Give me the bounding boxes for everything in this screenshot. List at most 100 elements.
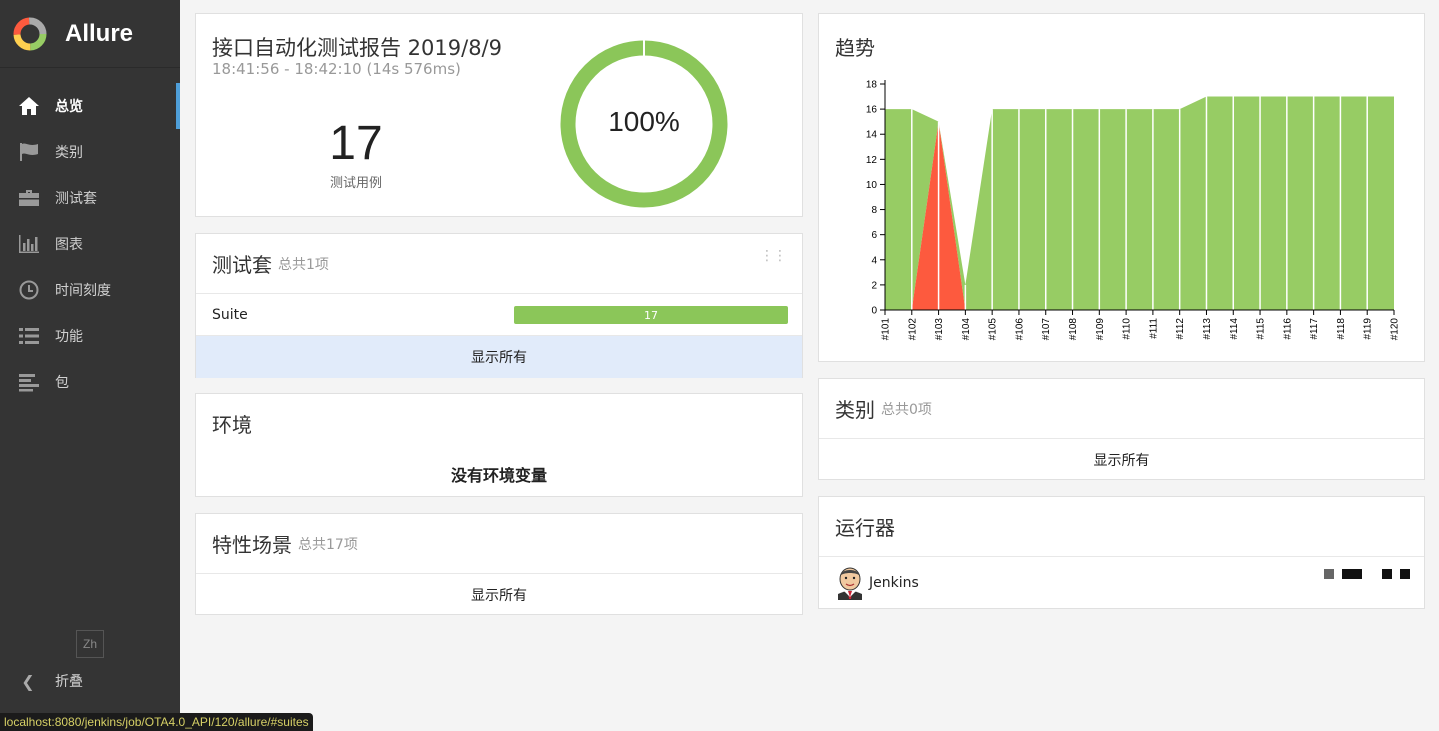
align-left-icon — [18, 372, 40, 392]
y-tick-label: 12 — [866, 155, 878, 166]
x-tick-label: #118 — [1336, 318, 1347, 340]
sidebar-item-graphs[interactable]: 图表 — [0, 221, 180, 267]
y-tick-label: 6 — [871, 230, 877, 241]
executors-header: 运行器 — [819, 497, 1424, 557]
environment-empty-text: 没有环境变量 — [450, 466, 547, 485]
home-icon — [18, 96, 40, 116]
language-button[interactable]: Zh — [76, 630, 104, 658]
build-dot — [1324, 569, 1334, 579]
x-tick-label: #110 — [1122, 318, 1133, 340]
suites-subtitle: 总共1项 — [278, 256, 329, 273]
sidebar-item-overview[interactable]: 总览 — [0, 83, 180, 129]
briefcase-icon — [18, 188, 40, 208]
allure-logo-icon — [13, 17, 47, 50]
report-time-range: 18:41:56 - 18:42:10 (14s 576ms) — [212, 60, 461, 78]
y-tick-label: 14 — [866, 130, 878, 141]
environment-widget: 环境 没有环境变量 — [195, 393, 803, 497]
chevron-left-icon: ❮ — [21, 671, 35, 691]
suite-name: Suite — [212, 306, 248, 323]
sidebar-item-packages[interactable]: 包 — [0, 359, 180, 405]
pass-rate-value: 100% — [608, 106, 680, 137]
list-icon — [18, 326, 40, 346]
suites-widget: 测试套 总共1项 ⋮⋮ Suite 17 显示所有 — [195, 233, 803, 378]
environment-header: 环境 — [196, 394, 802, 452]
collapse-label: 折叠 — [55, 674, 83, 690]
y-tick-label: 8 — [871, 205, 877, 216]
trend-widget: 趋势 0 2 4 6 8 10 12 14 16 18 #101 #102 #103 #104 #105 #1… — [818, 13, 1425, 362]
sidebar-item-label: 包 — [55, 375, 69, 391]
sidebar: Allure 总览 类别 测试套 图表 时间刻度 功能 包 Zh ❮ 折叠 — [0, 0, 180, 731]
x-tick-label: #106 — [1014, 318, 1025, 341]
flag-icon — [18, 142, 40, 162]
executor-row[interactable]: Jenkins — [819, 557, 1424, 609]
features-title: 特性场景 — [212, 533, 292, 557]
suites-header: 测试套 总共1项 — [196, 234, 802, 294]
x-tick-label: #103 — [934, 318, 945, 341]
executor-name: Jenkins — [869, 575, 919, 591]
y-tick-label: 16 — [866, 105, 878, 116]
categories-header: 类别 总共0项 — [819, 379, 1424, 439]
x-tick-label: #101 — [881, 318, 892, 341]
trend-chart[interactable]: 0 2 4 6 8 10 12 14 16 18 #101 #102 #103 #104 #105 #106 #… — [819, 14, 1424, 361]
report-title: 接口自动化测试报告 2019/8/9 — [212, 36, 502, 60]
x-tick-label: #117 — [1309, 318, 1320, 340]
executor-build-dots — [1316, 569, 1410, 579]
x-tick-label: #115 — [1256, 318, 1267, 340]
y-tick-label: 4 — [871, 255, 877, 266]
features-widget: 特性场景 总共17项 显示所有 — [195, 513, 803, 615]
environment-title: 环境 — [212, 412, 252, 437]
x-tick-label: #116 — [1282, 318, 1293, 340]
suite-status-bar[interactable]: 17 — [514, 306, 788, 324]
x-tick-label: #114 — [1229, 318, 1240, 340]
x-tick-label: #120 — [1390, 318, 1401, 341]
x-tick-label: #107 — [1041, 318, 1052, 341]
sidebar-item-behaviors[interactable]: 功能 — [0, 313, 180, 359]
y-tick-label: 18 — [866, 80, 878, 91]
y-tick-label: 10 — [866, 180, 878, 191]
sidebar-item-suites[interactable]: 测试套 — [0, 175, 180, 221]
y-tick-label: 0 — [871, 306, 877, 317]
y-tick-label: 2 — [871, 280, 877, 291]
testcase-count: 17 — [329, 117, 383, 170]
features-header: 特性场景 总共17项 — [196, 514, 802, 574]
series-area-passed — [885, 96, 1394, 310]
categories-subtitle: 总共0项 — [881, 401, 932, 418]
drag-handle-icon[interactable]: ⋮⋮ — [760, 248, 787, 264]
sidebar-item-label: 图表 — [55, 237, 83, 253]
suites-title: 测试套 — [212, 253, 272, 277]
browser-statusbar-url: localhost:8080/jenkins/job/OTA4.0_API/12… — [0, 713, 313, 731]
categories-title: 类别 — [835, 398, 875, 422]
categories-widget: 类别 总共0项 显示所有 — [818, 378, 1425, 480]
sidebar-item-categories[interactable]: 类别 — [0, 129, 180, 175]
clock-icon — [18, 280, 40, 300]
sidebar-item-label: 总览 — [55, 99, 83, 115]
features-show-all-link[interactable]: 显示所有 — [196, 574, 802, 616]
features-subtitle: 总共17项 — [298, 536, 358, 553]
build-dot — [1400, 569, 1410, 579]
build-dot — [1342, 569, 1362, 579]
executors-title: 运行器 — [835, 516, 895, 540]
x-tick-label: #104 — [961, 318, 972, 341]
sidebar-item-timeline[interactable]: 时间刻度 — [0, 267, 180, 313]
x-tick-label: #111 — [1148, 318, 1159, 339]
testcase-count-label: 测试用例 — [329, 176, 382, 191]
categories-show-all-link[interactable]: 显示所有 — [819, 439, 1424, 481]
x-tick-label: #109 — [1095, 318, 1106, 341]
sidebar-item-label: 时间刻度 — [55, 283, 111, 299]
executors-widget: 运行器 Jenkins — [818, 496, 1425, 609]
brand-name: Allure — [65, 19, 134, 47]
collapse-button[interactable]: ❮ 折叠 — [18, 666, 83, 696]
x-tick-label: #119 — [1363, 318, 1374, 340]
suites-show-all-link[interactable]: 显示所有 — [196, 336, 802, 378]
brand[interactable]: Allure — [0, 0, 180, 68]
x-tick-label: #105 — [988, 318, 999, 341]
summary-widget: 接口自动化测试报告 2019/8/9 18:41:56 - 18:42:10 (… — [195, 13, 803, 217]
x-tick-label: #112 — [1175, 318, 1186, 340]
jenkins-avatar-icon — [838, 567, 862, 600]
bar-chart-icon — [18, 234, 40, 254]
sidebar-nav: 总览 类别 测试套 图表 时间刻度 功能 包 — [0, 83, 180, 405]
sidebar-item-label: 类别 — [55, 145, 83, 161]
x-tick-label: #113 — [1202, 318, 1213, 340]
sidebar-item-label: 功能 — [55, 329, 83, 345]
build-dot — [1382, 569, 1392, 579]
